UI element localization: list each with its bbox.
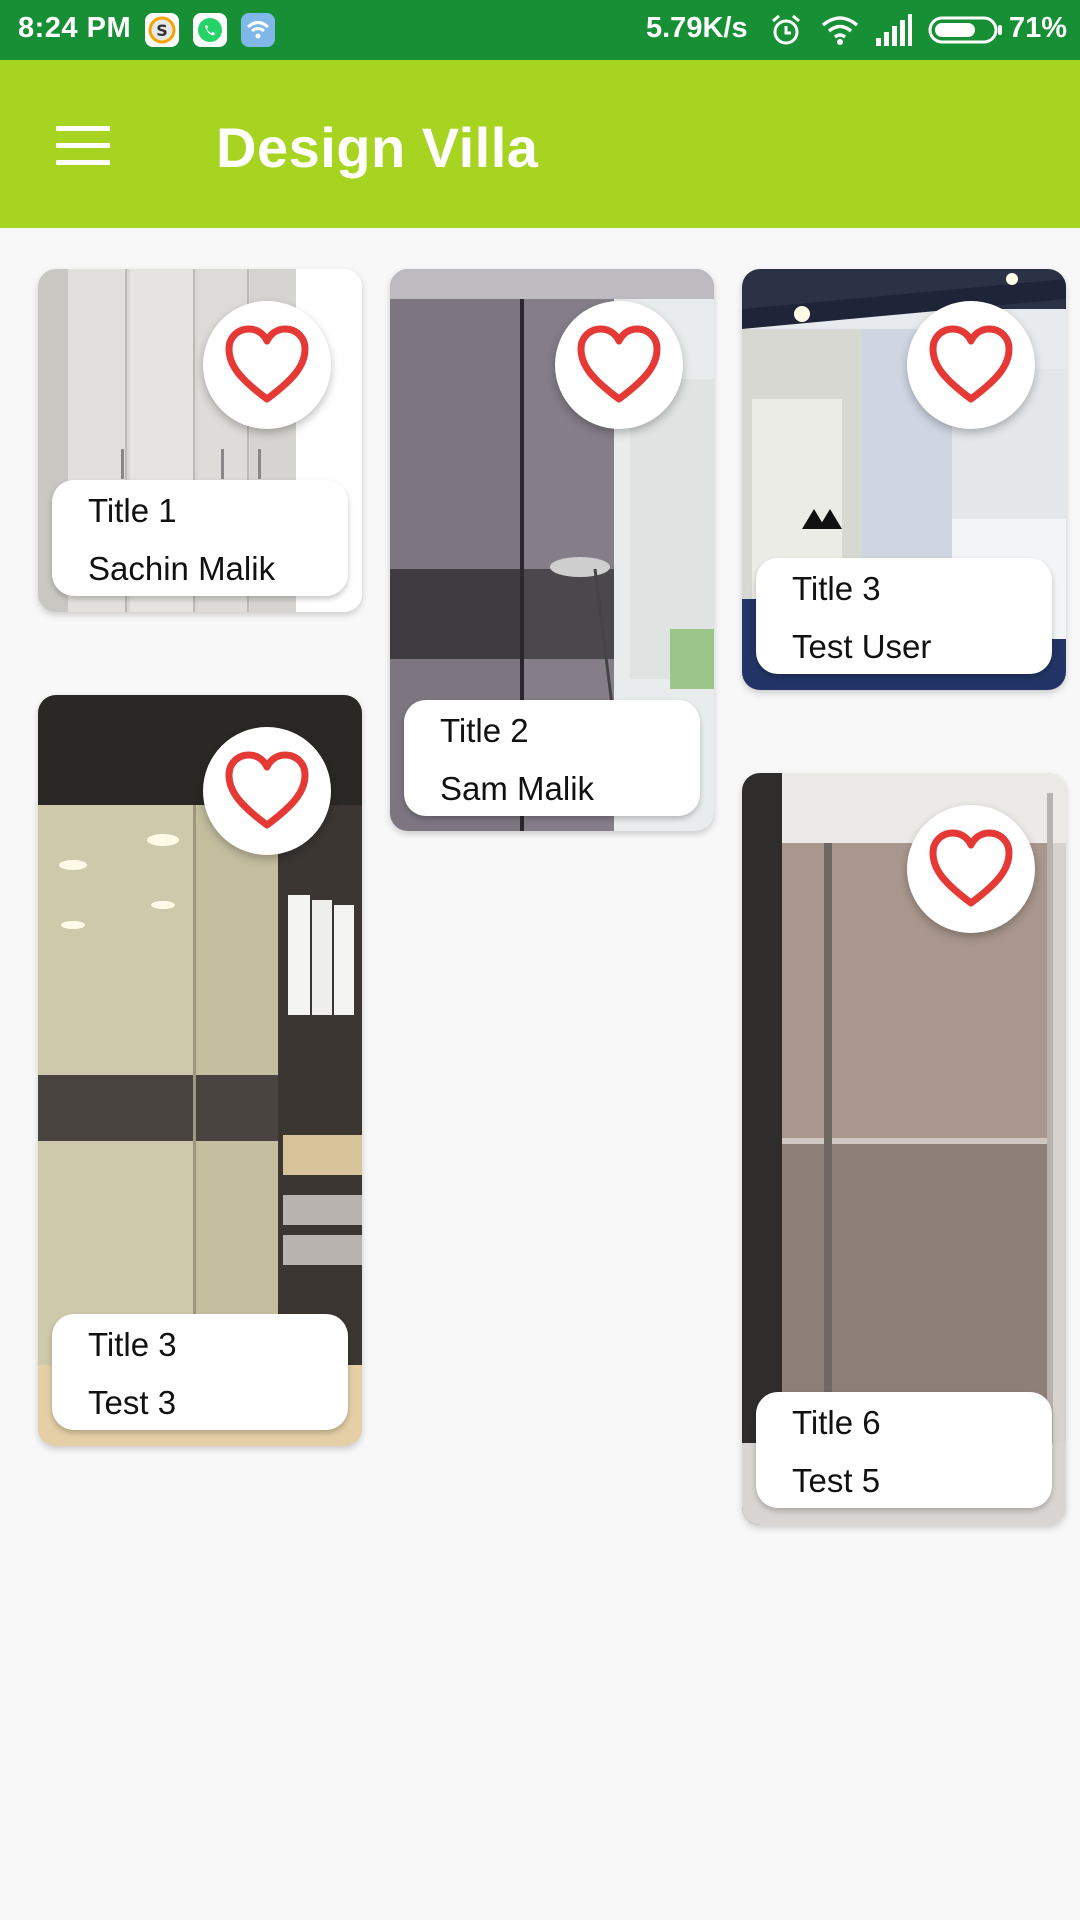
card-author: Test User (792, 628, 932, 665)
card-title: Title 1 (88, 492, 177, 529)
heart-outline-icon (219, 743, 315, 839)
design-card-1[interactable]: Title 1 Sachin Malik (38, 269, 362, 612)
network-speed: 5.79K/s (646, 12, 748, 44)
alarm-icon (772, 14, 800, 45)
status-time: 8:24 PM (18, 12, 132, 44)
card-label: Title 2 Sam Malik (404, 700, 700, 816)
card-title: Title 2 (440, 712, 529, 749)
app-title: Design Villa (216, 116, 539, 179)
card-label: Title 3 Test User (756, 558, 1052, 674)
card-label: Title 3 Test 3 (52, 1314, 348, 1430)
card-author: Sachin Malik (88, 550, 276, 587)
whatsapp-icon (193, 13, 227, 47)
wifi-app-icon (241, 13, 275, 47)
heart-outline-icon (571, 317, 667, 413)
battery-icon (928, 16, 1002, 44)
heart-outline-icon (219, 317, 315, 413)
favorite-button[interactable] (203, 301, 331, 429)
design-card-4[interactable]: Title 3 Test 3 (38, 695, 362, 1446)
card-author: Test 3 (88, 1384, 177, 1421)
card-label: Title 1 Sachin Malik (52, 480, 348, 596)
card-title: Title 3 (88, 1326, 177, 1363)
card-title: Title 6 (792, 1404, 881, 1441)
design-card-2[interactable]: Title 2 Sam Malik (390, 269, 714, 831)
favorite-button[interactable] (203, 727, 331, 855)
app-bar: Design Villa (0, 60, 1080, 228)
design-card-3[interactable]: Title 3 Test User (742, 269, 1066, 690)
favorite-button[interactable] (555, 301, 683, 429)
card-label: Title 6 Test 5 (756, 1392, 1052, 1508)
heart-outline-icon (923, 317, 1019, 413)
card-author: Sam Malik (440, 770, 595, 807)
wifi-icon (821, 16, 859, 45)
design-card-5[interactable]: Title 6 Test 5 (742, 773, 1066, 1525)
signal-icon (876, 14, 912, 46)
svg-text:S: S (156, 21, 168, 40)
card-author: Test 5 (792, 1462, 881, 1499)
hamburger-menu-icon[interactable] (56, 126, 112, 166)
status-bar: 8:24 PM S 5.79K/s 71% (0, 0, 1080, 60)
card-title: Title 3 (792, 570, 881, 607)
battery-percent: 71% (1009, 12, 1068, 44)
sketch-app-icon: S (145, 13, 179, 47)
favorite-button[interactable] (907, 301, 1035, 429)
heart-outline-icon (923, 821, 1019, 917)
favorite-button[interactable] (907, 805, 1035, 933)
